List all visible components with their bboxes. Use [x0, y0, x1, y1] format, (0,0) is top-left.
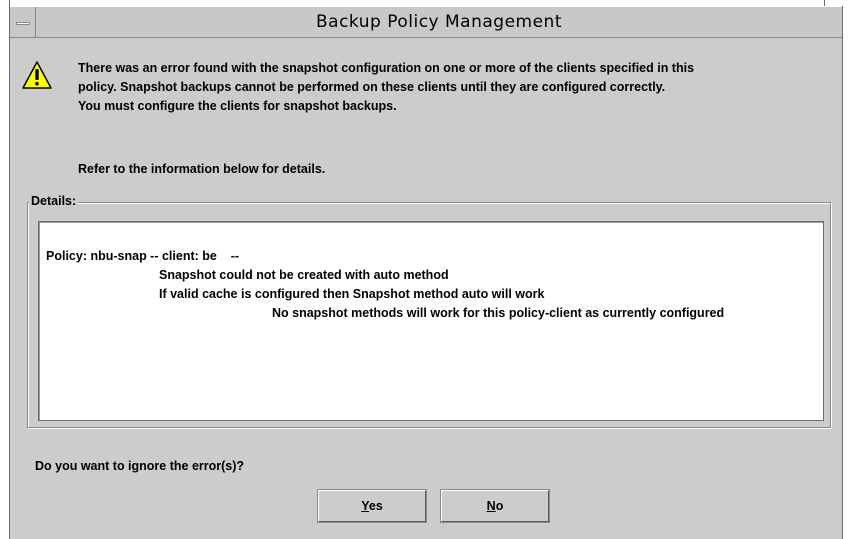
details-label: Details: — [29, 193, 79, 210]
system-menu-icon — [16, 22, 30, 25]
error-message-line: You must configure the clients for snaps… — [78, 99, 397, 113]
yes-label: es — [368, 499, 383, 513]
refer-text: Refer to the information below for detai… — [78, 162, 326, 176]
yes-mnemonic: Y — [361, 499, 369, 513]
details-text-area[interactable]: Policy: nbu-snap -- client: be -- Snapsh… — [38, 221, 824, 421]
no-label: o — [495, 499, 504, 513]
details-line-policy: Policy: nbu-snap -- client: be -- — [46, 249, 240, 263]
error-message: There was an error found with the snapsh… — [78, 59, 828, 116]
details-line-snapshot: Snapshot could not be created with auto … — [159, 268, 449, 282]
error-message-line: policy. Snapshot backups cannot be perfo… — [78, 80, 666, 94]
window-title: Backup Policy Management — [315, 12, 562, 32]
no-button[interactable]: No — [441, 490, 549, 522]
system-menu-button[interactable] — [10, 7, 36, 38]
title-bar[interactable]: Backup Policy Management — [10, 6, 842, 38]
yes-button[interactable]: Yes — [318, 490, 426, 522]
error-message-line: There was an error found with the snapsh… — [78, 61, 695, 75]
warning-icon — [22, 61, 52, 89]
details-line-cache: If valid cache is configured then Snapsh… — [159, 287, 545, 301]
ignore-question: Do you want to ignore the error(s)? — [35, 459, 245, 473]
no-mnemonic: N — [486, 499, 496, 513]
details-line-methods: No snapshot methods will work for this p… — [272, 306, 725, 320]
